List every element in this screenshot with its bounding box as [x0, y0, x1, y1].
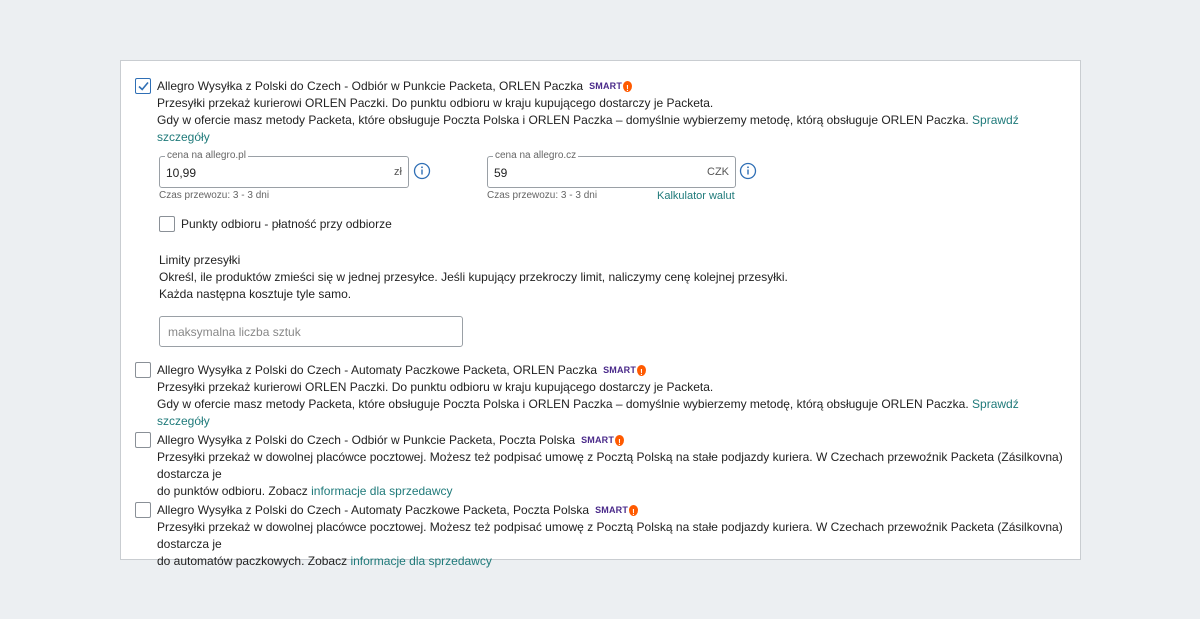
- shipping-option-checkbox[interactable]: [135, 78, 151, 94]
- shipping-option-title: Allegro Wysyłka z Polski do Czech - Odbi…: [157, 433, 576, 447]
- info-icon[interactable]: [739, 162, 757, 180]
- limits-description-2: Każda następna kosztuje tyle samo.: [159, 287, 352, 301]
- shipping-option-description-2: Gdy w ofercie masz metody Packeta, które…: [157, 113, 969, 127]
- shipping-option-packeta-locker-poczta: Allegro Wysyłka z Polski do Czech - Auto…: [135, 502, 1066, 568]
- price-allegro-pl-label: cena na allegro.pl: [165, 150, 248, 161]
- price-allegro-cz-value: 59: [494, 166, 508, 180]
- shipment-limits-section: Limity przesyłki Określ, ile produktów z…: [159, 252, 788, 303]
- smart-badge: SMART: [603, 362, 647, 381]
- price-allegro-cz-field[interactable]: cena na allegro.cz 59 CZK: [487, 150, 736, 188]
- price-allegro-pl-value: 10,99: [166, 166, 197, 180]
- shipping-option-description: Przesyłki przekaż w dowolnej placówce po…: [157, 520, 1063, 551]
- price-allegro-pl-field[interactable]: cena na allegro.pl 10,99 zł: [159, 150, 409, 188]
- transit-time-cz: Czas przewozu: 3 - 3 dni: [487, 190, 598, 201]
- shipping-methods-panel: Allegro Wysyłka z Polski do Czech - Odbi…: [120, 60, 1081, 568]
- check-icon: [138, 81, 149, 91]
- shipping-option-description-2: do punktów odbioru. Zobacz: [157, 484, 308, 498]
- smart-badge: SMART: [581, 432, 625, 451]
- shipping-option-description-2: Gdy w ofercie masz metody Packeta, które…: [157, 397, 969, 411]
- seller-info-link[interactable]: informacje dla sprzedawcy: [350, 554, 491, 568]
- smart-badge: SMART: [589, 78, 633, 97]
- info-icon[interactable]: [413, 162, 431, 180]
- currency-calculator-link[interactable]: Kalkulator walut: [657, 190, 735, 202]
- smart-alert-icon: [615, 434, 625, 451]
- shipping-option-description: Przesyłki przekaż kurierowi ORLEN Paczki…: [157, 380, 714, 394]
- shipping-option-description: Przesyłki przekaż kurierowi ORLEN Paczki…: [157, 96, 714, 110]
- limits-heading: Limity przesyłki: [159, 253, 241, 267]
- shipping-option-packeta-point-poczta: Allegro Wysyłka z Polski do Czech - Odbi…: [135, 432, 1066, 498]
- smart-alert-icon: [623, 80, 633, 97]
- shipping-option-checkbox[interactable]: [135, 502, 151, 518]
- shipping-option-description-2: do automatów paczkowych. Zobacz: [157, 554, 348, 568]
- shipping-option-checkbox[interactable]: [135, 362, 151, 378]
- shipping-option-packeta-locker-orlen: Allegro Wysyłka z Polski do Czech - Auto…: [135, 362, 1066, 428]
- currency-pln-unit: zł: [394, 166, 402, 178]
- shipping-option-packeta-point-orlen: Allegro Wysyłka z Polski do Czech - Odbi…: [135, 78, 1066, 144]
- seller-info-link[interactable]: informacje dla sprzedawcy: [311, 484, 452, 498]
- shipping-option-description: Przesyłki przekaż w dowolnej placówce po…: [157, 450, 1063, 481]
- smart-alert-icon: [637, 364, 647, 381]
- pickup-payment-checkbox[interactable]: [159, 216, 175, 232]
- shipping-option-title: Allegro Wysyłka z Polski do Czech - Auto…: [157, 363, 598, 377]
- shipping-option-checkbox[interactable]: [135, 432, 151, 448]
- smart-badge: SMART: [595, 502, 639, 521]
- pickup-payment-label: Punkty odbioru - płatność przy odbiorze: [181, 217, 392, 231]
- smart-alert-icon: [629, 504, 639, 521]
- shipping-option-title: Allegro Wysyłka z Polski do Czech - Auto…: [157, 503, 590, 517]
- transit-time-pl: Czas przewozu: 3 - 3 dni: [159, 190, 270, 201]
- currency-czk-unit: CZK: [707, 166, 729, 178]
- shipping-option-title: Allegro Wysyłka z Polski do Czech - Odbi…: [157, 79, 584, 93]
- pickup-payment-option: Punkty odbioru - płatność przy odbiorze: [159, 216, 392, 232]
- price-allegro-cz-label: cena na allegro.cz: [493, 150, 579, 161]
- limits-description: Określ, ile produktów zmieści się w jedn…: [159, 270, 788, 284]
- max-quantity-input[interactable]: [159, 316, 463, 347]
